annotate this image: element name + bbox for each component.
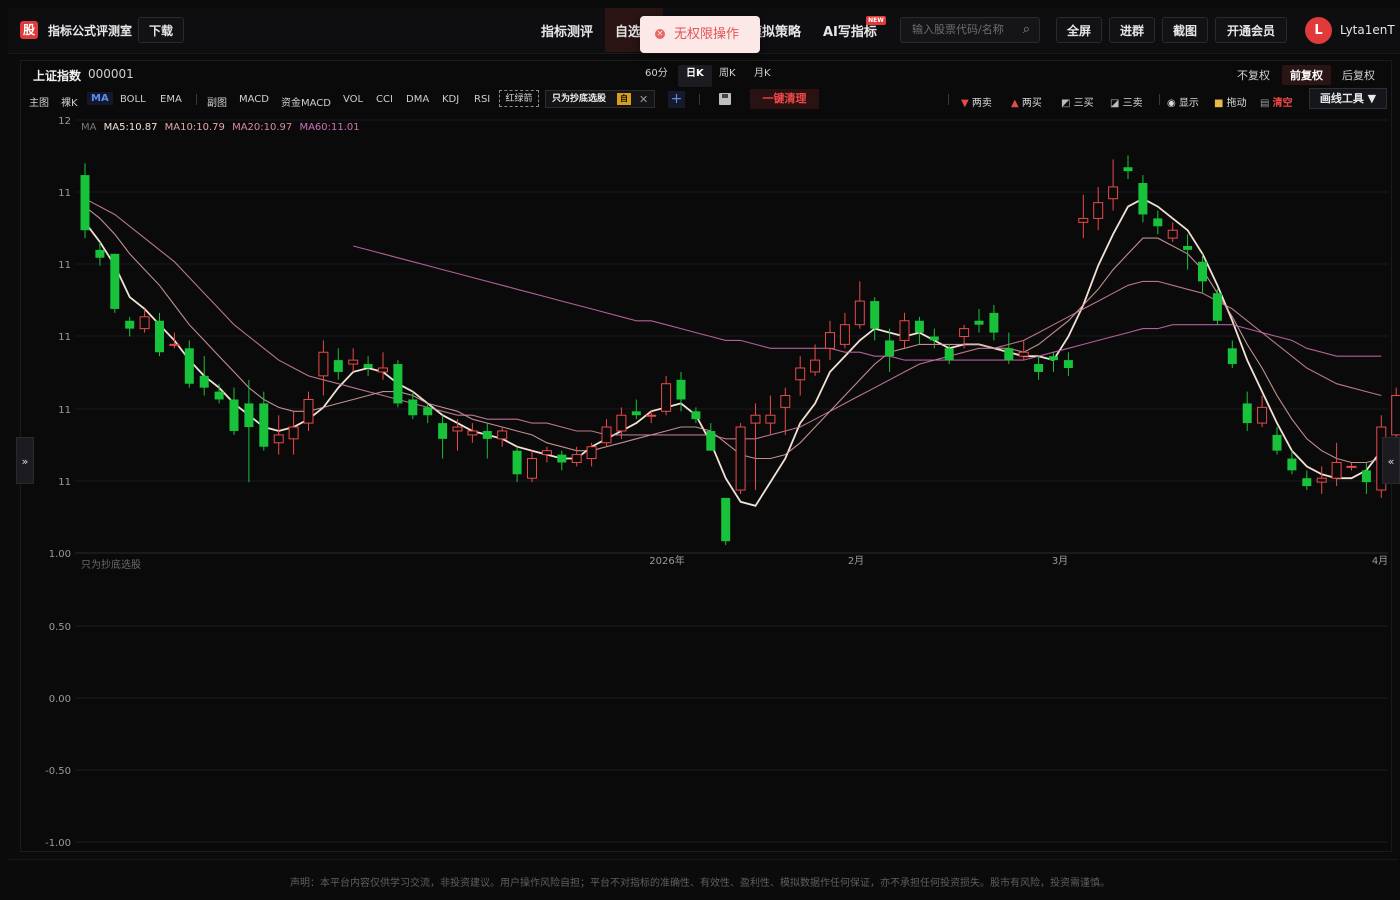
error-icon: ✕ [655,29,665,39]
ma-legend: MA MA5:10.87 MA10:10.79 MA20:10.97 MA60:… [81,122,360,133]
download-button[interactable]: 下载 [138,17,184,43]
sub-panel-label: 只为抄底选股 [81,560,141,571]
down-triangle-icon: ▼ [961,98,969,109]
footer-divider [8,859,1398,860]
stock-search-input[interactable]: 输入股票代码/名称 ⌕ [900,17,1040,43]
join-group-button[interactable]: 进群 [1109,17,1155,43]
draw-tool-three-sell[interactable]: ◪ 三卖 [1110,94,1143,109]
ma60-value: MA60:11.01 [299,122,360,133]
ma20-value: MA20:10.97 [232,122,293,133]
nav-item-indicator-review[interactable]: 指标测评 [541,21,593,40]
draw-tool-show[interactable]: ◉ 显示 [1167,94,1199,109]
ma-legend-label: MA [81,122,97,133]
permission-toast: ✕ 无权限操作 [640,16,760,53]
close-icon[interactable]: ✕ [639,91,648,108]
ma10-value: MA10:10.79 [164,122,225,133]
drawing-tools-menu[interactable]: 画线工具 ▼ [1309,88,1387,109]
indicator-bare-k[interactable]: 裸K [61,94,78,109]
indicator-ema[interactable]: EMA [160,94,182,105]
toolbar-divider [1159,94,1160,105]
add-indicator-icon[interactable]: + [668,91,685,108]
draw-tool-label: 两卖 [971,98,992,109]
draw-tool-label: 三买 [1073,98,1094,109]
app-title: 指标公式评测室 [48,24,133,38]
draw-tool-label: 显示 [1178,98,1199,109]
stock-name: 上证指数 [33,69,82,83]
open-membership-button[interactable]: 开通会员 [1215,17,1287,43]
red-green-arrow-toggle[interactable]: 红绿箭 [499,90,539,107]
app-logo: 股 [20,21,38,39]
rise-line-icon: ◩ [1061,98,1071,109]
period-monthly[interactable]: 月K [754,67,771,85]
eye-icon: ◉ [1167,98,1176,109]
nav-item-watchlist[interactable]: 自选 [615,21,641,40]
toolbar-divider [196,94,197,105]
draw-tool-label: 两买 [1021,98,1042,109]
draw-tool-drag[interactable]: ■ 拖动 [1214,94,1247,109]
disclaimer: 声明：本平台内容仅供学习交流，非投资建议。用户操作风险自担；平台不对指标的准确性… [290,878,1110,889]
candle-body [1391,395,1400,436]
indicator-rsi[interactable]: RSI [474,94,490,105]
period-60min[interactable]: 60分 [645,67,668,85]
ma5-value: MA5:10.87 [103,122,158,133]
indicator-ma[interactable]: MA [87,92,113,105]
main-chart-label: 主图 [29,98,49,109]
screenshot-button[interactable]: 截图 [1162,17,1208,43]
lock-icon: ■ [1214,98,1224,109]
draw-tool-label: 拖动 [1226,98,1247,109]
stock-code: 000001 [88,67,134,81]
indicator-macd[interactable]: MACD [239,94,269,105]
indicator-boll[interactable]: BOLL [120,94,146,105]
screener-tag: 自 [617,93,631,105]
indicator-vol[interactable]: VOL [343,94,363,105]
draw-tool-two-buy[interactable]: ▲ 两买 [1011,94,1042,109]
draw-tool-two-sell[interactable]: ▼ 两卖 [961,94,992,109]
expand-left-icon[interactable]: » [16,437,34,484]
toolbar-divider [948,94,949,105]
screener-name: 只为抄底选股 [552,94,607,104]
username[interactable]: Lyta1enT [1340,23,1395,37]
toast-message: 无权限操作 [674,27,740,42]
toolbar-divider [699,94,700,105]
avatar[interactable]: L [1305,17,1332,44]
adjust-backward[interactable]: 后复权 [1342,67,1375,83]
period-weekly[interactable]: 周K [719,67,736,85]
up-triangle-icon: ▲ [1011,98,1019,109]
expand-right-icon[interactable]: « [1382,437,1400,484]
search-placeholder: 输入股票代码/名称 [912,23,1004,36]
clear-all-button[interactable]: 一键清理 [750,89,819,109]
indicator-cci[interactable]: CCI [376,94,393,105]
save-icon[interactable] [719,93,731,105]
indicator-fund-macd[interactable]: 资金MACD [281,94,331,109]
period-daily[interactable]: 日K [678,65,712,87]
indicator-dma[interactable]: DMA [406,94,429,105]
adjust-forward[interactable]: 前复权 [1282,65,1331,85]
sub-chart-label: 副图 [207,98,227,109]
new-badge: NEW [866,16,886,25]
adjust-none[interactable]: 不复权 [1237,67,1270,83]
draw-tool-clear[interactable]: ▤ 清空 [1260,94,1293,109]
trash-icon: ▤ [1260,98,1270,109]
draw-tool-label: 三卖 [1122,98,1143,109]
search-icon[interactable]: ⌕ [1023,18,1030,42]
screener-chip[interactable]: 只为抄底选股 自 ✕ [545,90,655,108]
indicator-kdj[interactable]: KDJ [442,94,459,105]
chart-panel [20,60,1392,852]
draw-tool-label: 清空 [1272,98,1293,109]
draw-tool-three-buy[interactable]: ◩ 三买 [1061,94,1094,109]
fullscreen-button[interactable]: 全屏 [1056,17,1102,43]
fall-line-icon: ◪ [1110,98,1120,109]
